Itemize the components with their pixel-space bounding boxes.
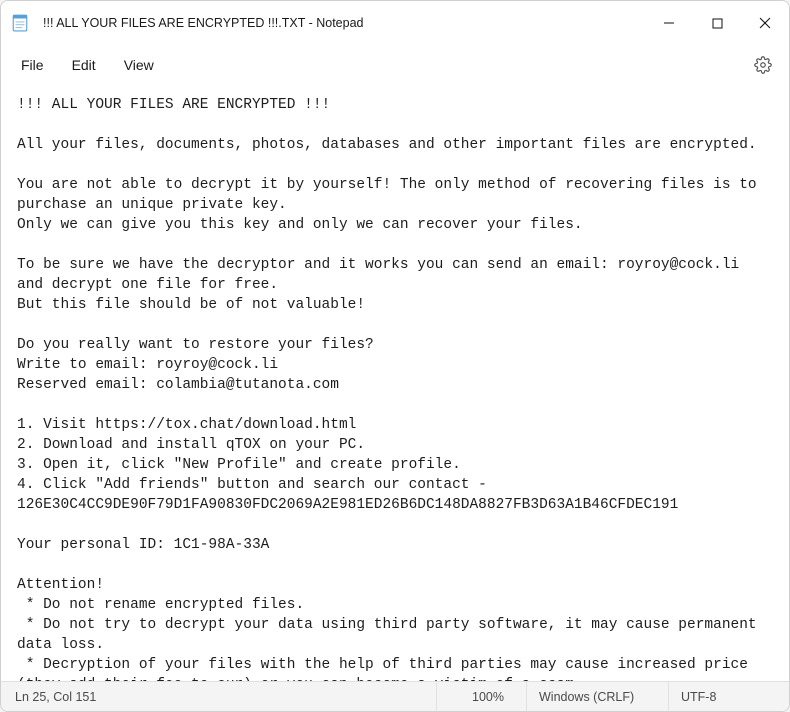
status-line-ending: Windows (CRLF) — [527, 682, 669, 711]
menu-view[interactable]: View — [110, 51, 168, 79]
status-zoom: 100% — [437, 682, 527, 711]
menu-edit[interactable]: Edit — [58, 51, 110, 79]
menubar: File Edit View — [1, 45, 789, 85]
notepad-icon — [11, 14, 29, 32]
status-encoding: UTF-8 — [669, 682, 789, 711]
menu-file[interactable]: File — [7, 51, 58, 79]
titlebar[interactable]: !!! ALL YOUR FILES ARE ENCRYPTED !!!.TXT… — [1, 1, 789, 45]
gear-icon[interactable] — [753, 55, 773, 75]
maximize-button[interactable] — [693, 1, 741, 45]
window-title: !!! ALL YOUR FILES ARE ENCRYPTED !!!.TXT… — [43, 16, 645, 30]
window-controls — [645, 1, 789, 45]
text-editor-area[interactable]: !!! ALL YOUR FILES ARE ENCRYPTED !!! All… — [1, 85, 789, 681]
minimize-button[interactable] — [645, 1, 693, 45]
statusbar: Ln 25, Col 151 100% Windows (CRLF) UTF-8 — [1, 681, 789, 711]
notepad-window: !!! ALL YOUR FILES ARE ENCRYPTED !!!.TXT… — [0, 0, 790, 712]
status-cursor-position: Ln 25, Col 151 — [1, 682, 437, 711]
close-button[interactable] — [741, 1, 789, 45]
